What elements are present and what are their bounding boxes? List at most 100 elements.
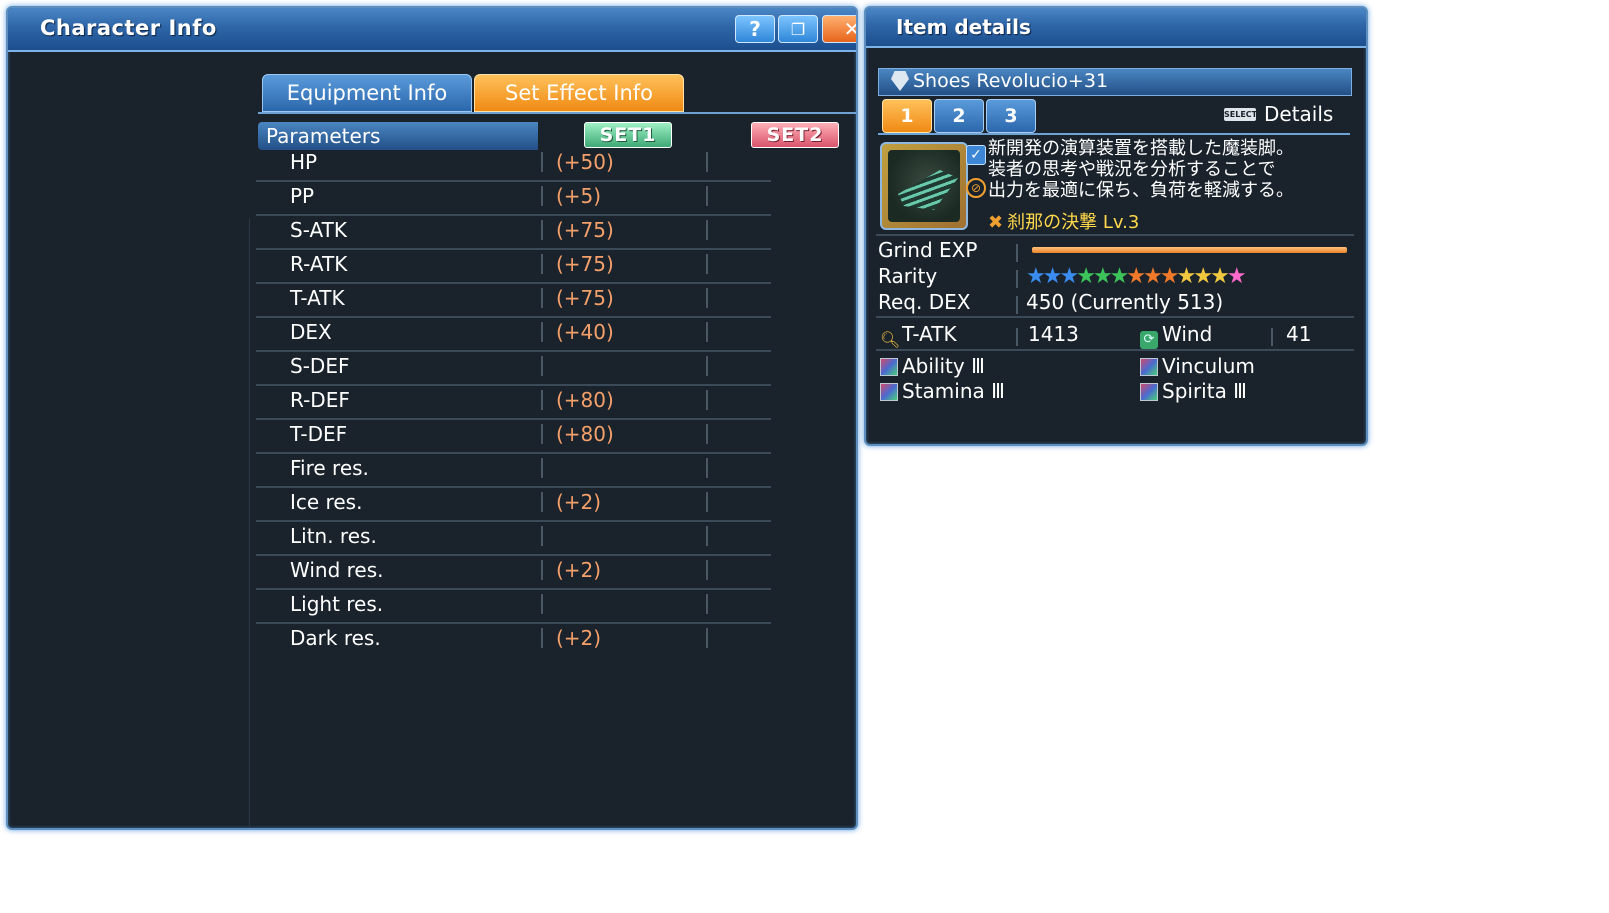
rarity-label: Rarity [878, 264, 938, 288]
description-line-1: 新開発の演算装置を搭載した魔装脚。 [988, 138, 1294, 159]
t-atk-icon: 🔍︎ [880, 330, 901, 349]
param-row-light-res: Light res. [256, 588, 771, 624]
param-value: (+2) [556, 558, 602, 582]
param-name: Ice res. [290, 490, 363, 514]
row-divider [876, 234, 1354, 236]
param-row-r-atk: R-ATK (+75) [256, 248, 771, 284]
item-details-window: Item details Shoes Revolucio+31 1 2 3 SE… [864, 6, 1368, 446]
affix-3: Stamina Ⅲ [902, 379, 1005, 403]
grind-exp-label: Grind EXP [878, 238, 978, 262]
param-row-hp: HP (+50) [256, 146, 771, 182]
param-row-r-def: R-DEF (+80) [256, 384, 771, 420]
element-label: Wind [1162, 322, 1213, 346]
item-details-titlebar[interactable]: Item details [866, 8, 1366, 48]
param-name: Litn. res. [290, 524, 377, 548]
param-value: (+75) [556, 252, 614, 276]
row-divider [876, 349, 1354, 351]
req-dex-label: Req. DEX [878, 290, 971, 314]
potential-icon: ✖ [988, 212, 1004, 233]
column-separator [1016, 270, 1018, 288]
column-separator [1271, 328, 1273, 346]
param-value: (+80) [556, 388, 614, 412]
close-button[interactable]: ✕ [822, 15, 856, 43]
set2-badge: SET2 [751, 122, 839, 148]
t-atk-label: T-ATK [902, 322, 957, 346]
param-name: R-ATK [290, 252, 348, 276]
description-line-2: 装者の思考や戦況を分析することで [988, 159, 1276, 180]
param-name: S-DEF [290, 354, 350, 378]
item-description: 新開発の演算装置を搭載した魔装脚。 装者の思考や戦況を分析することで 出力を最適… [988, 138, 1366, 201]
item-thumbnail [880, 142, 968, 230]
rarity-star-icon: ★ [1126, 264, 1146, 289]
column-separator [1016, 296, 1018, 314]
row-divider [876, 316, 1354, 318]
tab-equipment-info[interactable]: Equipment Info [262, 74, 472, 112]
rarity-star-icon: ★ [1109, 264, 1130, 289]
param-row-t-def: T-DEF (+80) [256, 418, 771, 454]
affix-icon [1140, 383, 1158, 401]
header-divider [878, 133, 1350, 135]
potential-ability-text: 刹那の決撃 Lv.3 [1007, 212, 1140, 233]
rarity-star-icon: ★ [1159, 264, 1180, 289]
tab-1[interactable]: 1 [882, 99, 932, 133]
character-info-window: Character Info ? ❐ ✕ Equipment Info Set … [6, 6, 858, 830]
tab-2[interactable]: 2 [934, 99, 984, 133]
tab-set-effect-info[interactable]: Set Effect Info [474, 74, 684, 112]
param-value: (+80) [556, 422, 614, 446]
check-icon: ✓ [966, 145, 986, 165]
help-button[interactable]: ? [735, 15, 775, 43]
lock-icon: ⊘ [966, 178, 986, 198]
set1-badge: SET1 [584, 122, 672, 148]
param-name: Light res. [290, 592, 384, 616]
param-row-fire-res: Fire res. [256, 452, 771, 488]
rarity-star-icon: ★ [1176, 264, 1197, 289]
rarity-star-icon: ★ [1193, 264, 1213, 289]
param-value: (+75) [556, 218, 614, 242]
element-value: 41 [1286, 322, 1312, 346]
param-row-s-atk: S-ATK (+75) [256, 214, 771, 250]
minimize-button[interactable]: ❐ [778, 15, 818, 43]
param-name: R-DEF [290, 388, 350, 412]
param-row-litn-res: Litn. res. [256, 520, 771, 556]
item-name-bar: Shoes Revolucio+31 [878, 68, 1352, 96]
column-separator [1016, 244, 1018, 262]
param-row-dex: DEX (+40) [256, 316, 771, 352]
param-row-pp: PP (+5) [256, 180, 771, 216]
param-name: S-ATK [290, 218, 347, 242]
param-value: (+40) [556, 320, 614, 344]
param-value: (+5) [556, 184, 602, 208]
rarity-star-icon: ★ [1210, 264, 1230, 289]
affix-icon [880, 383, 898, 401]
param-row-dark-res: Dark res. (+2) [256, 622, 771, 656]
potential-ability: ✖ 刹那の決撃 Lv.3 [988, 208, 1139, 234]
item-window-title: Item details [896, 15, 1031, 39]
param-value: (+2) [556, 626, 602, 650]
tab-divider [258, 112, 856, 114]
character-info-titlebar[interactable]: Character Info ? ❐ ✕ [8, 8, 856, 52]
param-row-t-atk: T-ATK (+75) [256, 282, 771, 318]
affix-2: Vinculum [1162, 354, 1255, 378]
grind-exp-bar [1032, 247, 1347, 253]
param-value: (+50) [556, 150, 614, 174]
param-name: HP [290, 150, 318, 174]
param-value: (+75) [556, 286, 614, 310]
details-button[interactable]: Details [1264, 102, 1333, 126]
rarity-star-icon: ★ [1059, 264, 1079, 289]
shoes-category-icon [891, 71, 909, 91]
rarity-star-icon: ★ [1042, 264, 1063, 289]
window-title: Character Info [40, 16, 217, 40]
param-name: T-DEF [290, 422, 348, 446]
param-name: Dark res. [290, 626, 381, 650]
param-name: PP [290, 184, 315, 208]
rarity-star-icon: ★ [1026, 264, 1046, 289]
param-name: Wind res. [290, 558, 384, 582]
affix-icon [880, 358, 898, 376]
wind-element-icon: ⟳ [1140, 331, 1158, 349]
param-row-ice-res: Ice res. (+2) [256, 486, 771, 522]
rarity-star-icon: ★ [1076, 264, 1096, 289]
param-name: Fire res. [290, 456, 369, 480]
rarity-star-icon: ★ [1226, 264, 1247, 289]
param-name: T-ATK [290, 286, 345, 310]
tab-3[interactable]: 3 [986, 99, 1036, 133]
req-dex-value: 450 (Currently 513) [1026, 290, 1224, 314]
